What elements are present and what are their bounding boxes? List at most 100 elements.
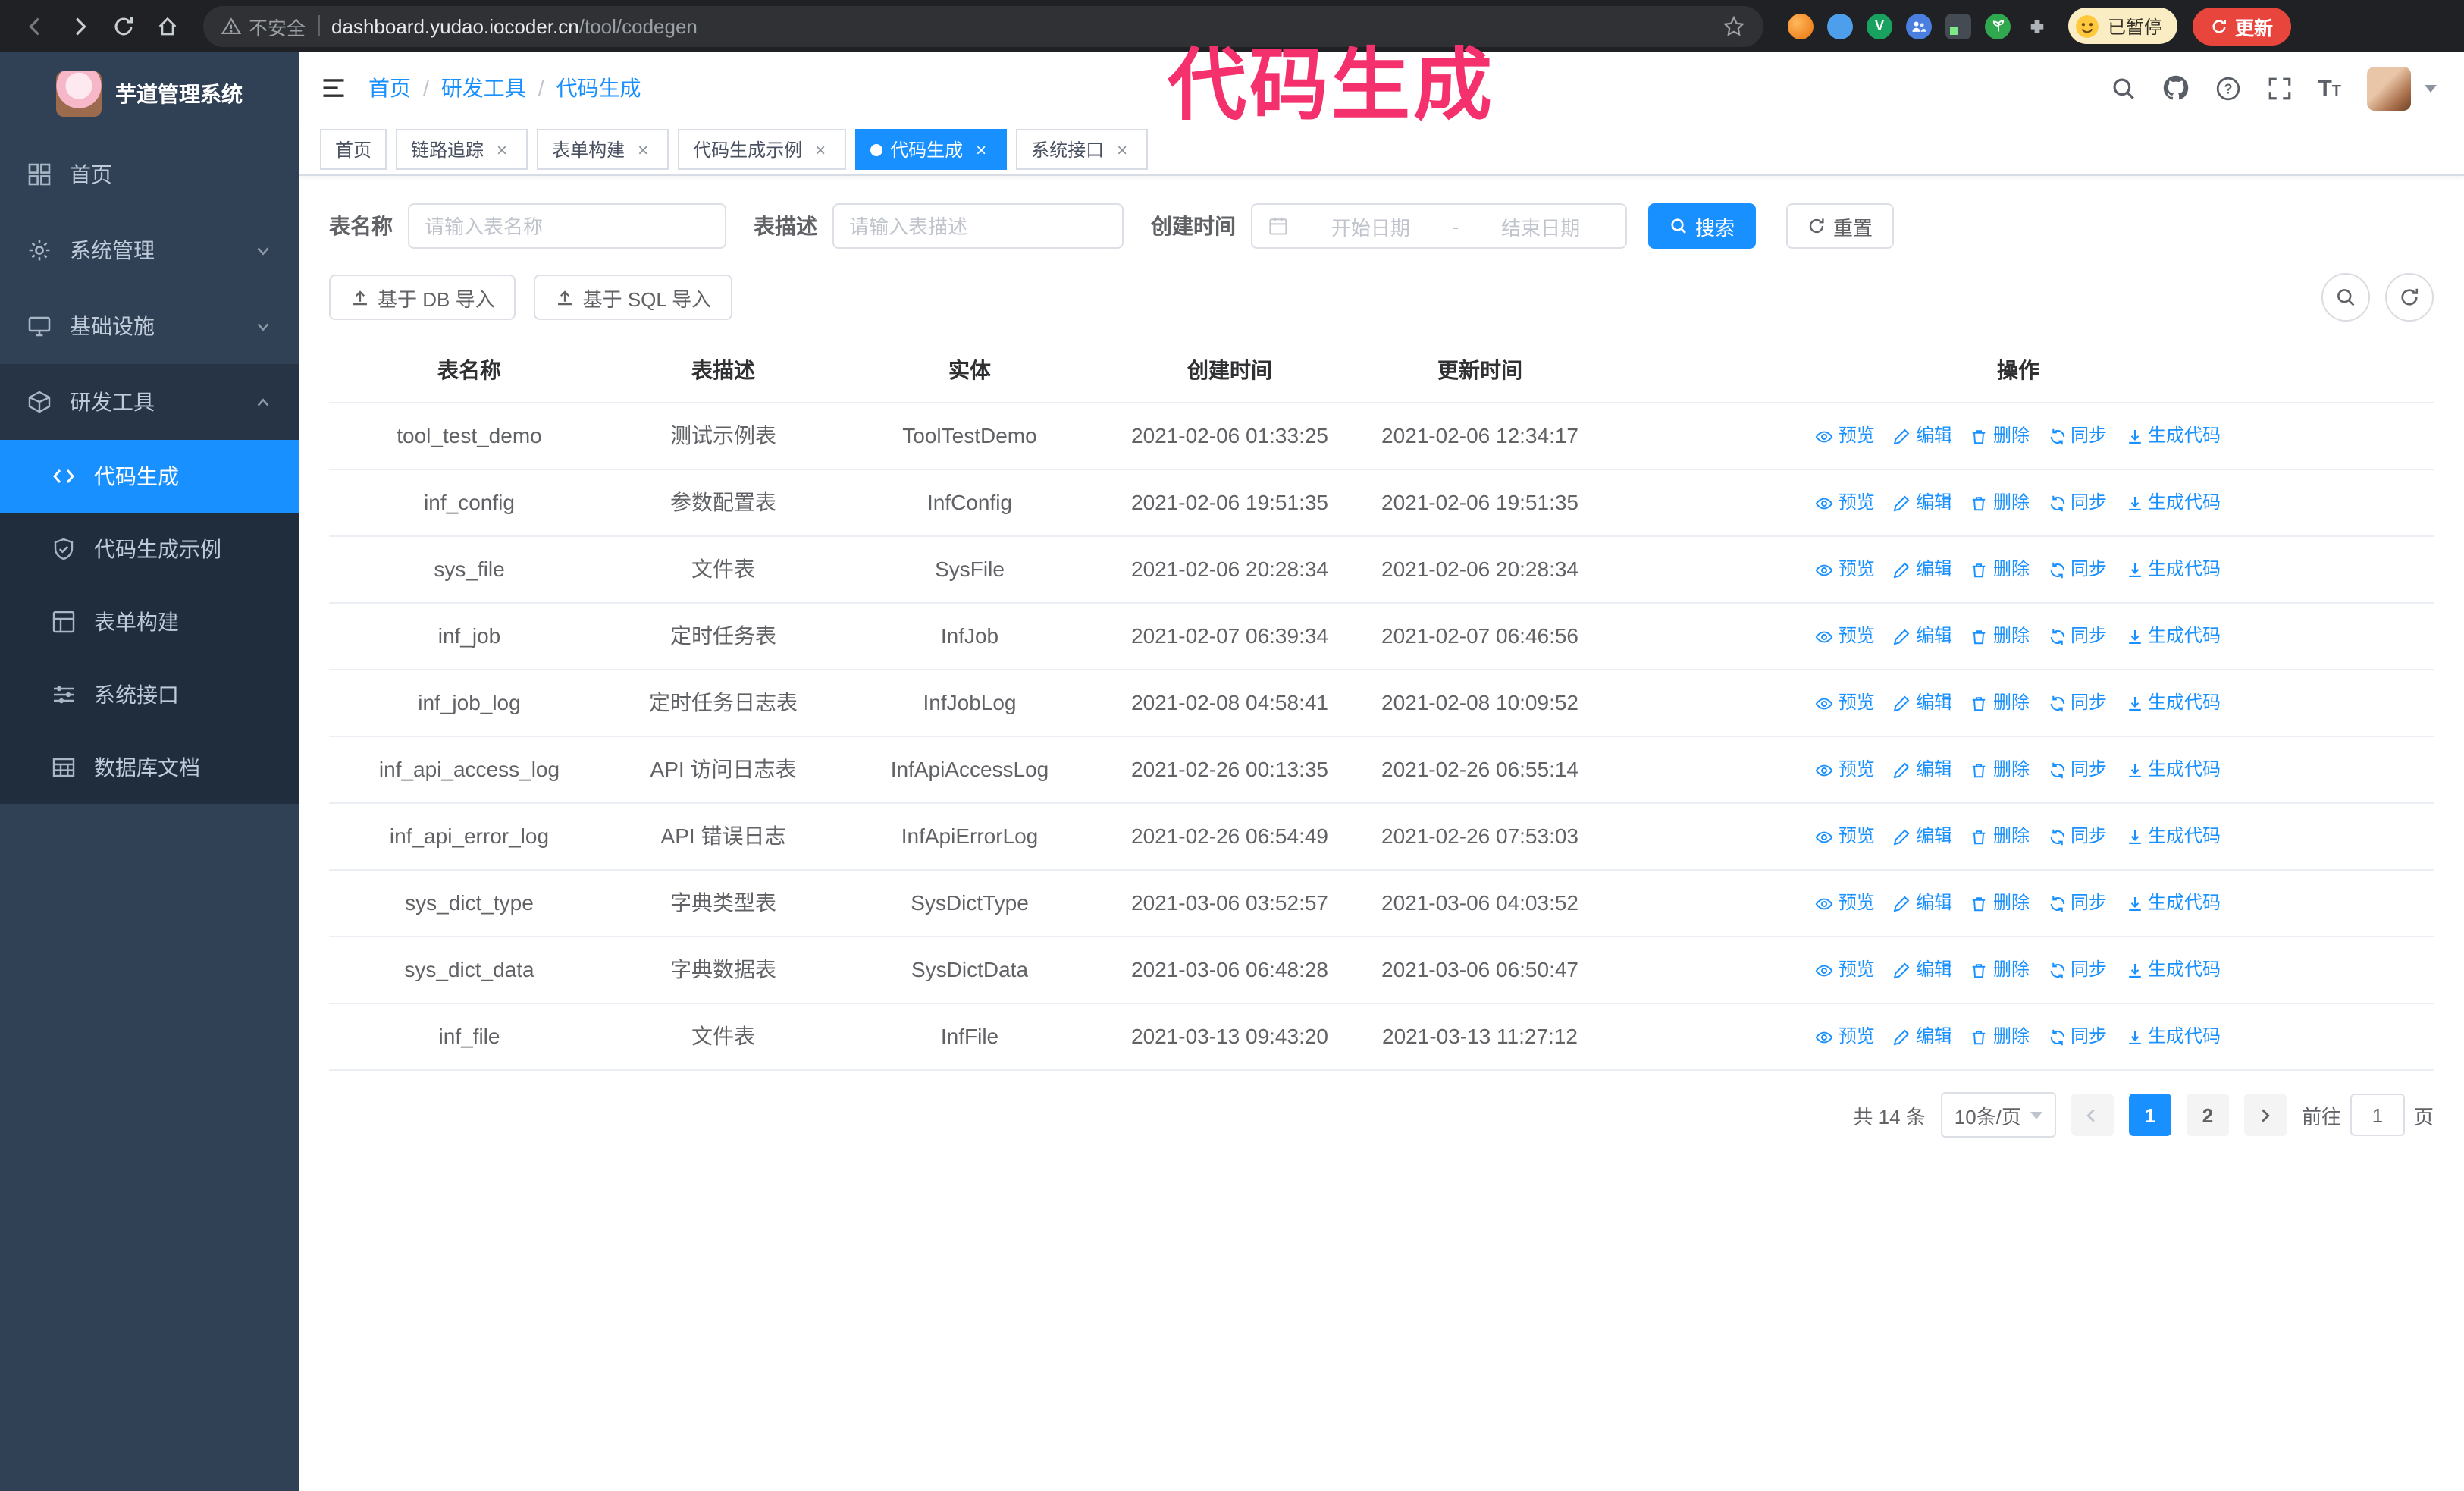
tab-link-tracing[interactable]: 链路追踪 × bbox=[396, 129, 528, 170]
delete-link[interactable]: 删除 bbox=[1970, 821, 2030, 852]
close-icon[interactable]: × bbox=[632, 139, 654, 160]
next-page-button[interactable] bbox=[2243, 1094, 2287, 1136]
browser-update-button[interactable]: 更新 bbox=[2193, 7, 2292, 45]
sync-link[interactable]: 同步 bbox=[2048, 620, 2107, 652]
delete-link[interactable]: 删除 bbox=[1970, 487, 2030, 519]
preview-link[interactable]: 预览 bbox=[1816, 821, 1875, 852]
sidebar-item-system[interactable]: 系统管理 bbox=[0, 212, 299, 288]
sync-link[interactable]: 同步 bbox=[2048, 821, 2107, 852]
address-bar[interactable]: 不安全 dashboard.yudao.iocoder.cn/tool/code… bbox=[203, 5, 1763, 46]
close-icon[interactable]: × bbox=[491, 139, 513, 160]
page-button-2[interactable]: 2 bbox=[2186, 1094, 2229, 1136]
show-search-toggle-button[interactable] bbox=[2321, 273, 2370, 322]
delete-link[interactable]: 删除 bbox=[1970, 1021, 2030, 1053]
delete-link[interactable]: 删除 bbox=[1970, 620, 2030, 652]
extension-icon-console[interactable] bbox=[1945, 13, 1971, 39]
breadcrumb-home[interactable]: 首页 bbox=[368, 73, 411, 103]
goto-page-input[interactable] bbox=[2350, 1094, 2405, 1136]
preview-link[interactable]: 预览 bbox=[1816, 887, 1875, 919]
sync-link[interactable]: 同步 bbox=[2048, 887, 2107, 919]
generate-code-link[interactable]: 生成代码 bbox=[2125, 554, 2221, 585]
generate-code-link[interactable]: 生成代码 bbox=[2125, 887, 2221, 919]
extension-icon-orange[interactable] bbox=[1788, 13, 1814, 39]
paused-extension-badge[interactable]: 已暂停 bbox=[2068, 8, 2178, 44]
generate-code-link[interactable]: 生成代码 bbox=[2125, 420, 2221, 452]
delete-link[interactable]: 删除 bbox=[1970, 754, 2030, 786]
start-date-placeholder[interactable]: 开始日期 bbox=[1301, 212, 1440, 240]
preview-link[interactable]: 预览 bbox=[1816, 954, 1875, 986]
forward-icon[interactable] bbox=[59, 5, 100, 46]
edit-link[interactable]: 编辑 bbox=[1893, 887, 1952, 919]
page-size-select[interactable]: 10条/页 bbox=[1940, 1092, 2056, 1138]
tab-form-builder[interactable]: 表单构建 × bbox=[537, 129, 669, 170]
edit-link[interactable]: 编辑 bbox=[1893, 687, 1952, 719]
edit-link[interactable]: 编辑 bbox=[1893, 620, 1952, 652]
delete-link[interactable]: 删除 bbox=[1970, 420, 2030, 452]
page-button-1[interactable]: 1 bbox=[2128, 1094, 2171, 1136]
close-icon[interactable]: × bbox=[810, 139, 831, 160]
generate-code-link[interactable]: 生成代码 bbox=[2125, 1021, 2221, 1053]
extension-icon-users[interactable] bbox=[1906, 13, 1932, 39]
table-desc-input[interactable] bbox=[832, 203, 1124, 249]
generate-code-link[interactable]: 生成代码 bbox=[2125, 620, 2221, 652]
submenu-item-form-builder[interactable]: 表单构建 bbox=[0, 585, 299, 658]
search-button[interactable]: 搜索 bbox=[1648, 203, 1757, 249]
preview-link[interactable]: 预览 bbox=[1816, 687, 1875, 719]
generate-code-link[interactable]: 生成代码 bbox=[2125, 954, 2221, 986]
sync-link[interactable]: 同步 bbox=[2048, 554, 2107, 585]
sync-link[interactable]: 同步 bbox=[2048, 420, 2107, 452]
preview-link[interactable]: 预览 bbox=[1816, 620, 1875, 652]
generate-code-link[interactable]: 生成代码 bbox=[2125, 487, 2221, 519]
close-icon[interactable]: × bbox=[1111, 139, 1133, 160]
import-db-button[interactable]: 基于 DB 导入 bbox=[329, 275, 516, 320]
extension-icon-green[interactable] bbox=[1985, 13, 2011, 39]
end-date-placeholder[interactable]: 结束日期 bbox=[1471, 212, 1610, 240]
date-range-picker[interactable]: 开始日期 - 结束日期 bbox=[1251, 203, 1627, 249]
help-icon[interactable]: ? bbox=[2215, 75, 2240, 101]
sidebar-item-infra[interactable]: 基础设施 bbox=[0, 288, 299, 364]
page-url[interactable]: dashboard.yudao.iocoder.cn/tool/codegen bbox=[331, 14, 1710, 37]
generate-code-link[interactable]: 生成代码 bbox=[2125, 821, 2221, 852]
user-avatar[interactable] bbox=[2367, 66, 2411, 110]
bookmark-star-icon[interactable] bbox=[1723, 14, 1745, 37]
breadcrumb-devtools[interactable]: 研发工具 bbox=[441, 73, 526, 103]
security-chip[interactable]: 不安全 bbox=[221, 11, 306, 40]
sync-link[interactable]: 同步 bbox=[2048, 687, 2107, 719]
edit-link[interactable]: 编辑 bbox=[1893, 754, 1952, 786]
prev-page-button[interactable] bbox=[2071, 1094, 2114, 1136]
generate-code-link[interactable]: 生成代码 bbox=[2125, 754, 2221, 786]
edit-link[interactable]: 编辑 bbox=[1893, 554, 1952, 585]
tab-codegen-example[interactable]: 代码生成示例 × bbox=[678, 129, 847, 170]
fullscreen-icon[interactable] bbox=[2266, 75, 2292, 101]
preview-link[interactable]: 预览 bbox=[1816, 554, 1875, 585]
tab-codegen[interactable]: 代码生成 × bbox=[855, 129, 1008, 170]
delete-link[interactable]: 删除 bbox=[1970, 554, 2030, 585]
reset-button[interactable]: 重置 bbox=[1786, 203, 1895, 249]
edit-link[interactable]: 编辑 bbox=[1893, 487, 1952, 519]
sync-link[interactable]: 同步 bbox=[2048, 1021, 2107, 1053]
submenu-item-db-docs[interactable]: 数据库文档 bbox=[0, 731, 299, 804]
sidebar-item-devtools[interactable]: 研发工具 bbox=[0, 364, 299, 440]
generate-code-link[interactable]: 生成代码 bbox=[2125, 687, 2221, 719]
edit-link[interactable]: 编辑 bbox=[1893, 1021, 1952, 1053]
import-sql-button[interactable]: 基于 SQL 导入 bbox=[534, 275, 733, 320]
home-icon[interactable] bbox=[147, 5, 188, 46]
sidebar-item-home[interactable]: 首页 bbox=[0, 137, 299, 212]
preview-link[interactable]: 预览 bbox=[1816, 420, 1875, 452]
reload-icon[interactable] bbox=[103, 5, 144, 46]
preview-link[interactable]: 预览 bbox=[1816, 754, 1875, 786]
delete-link[interactable]: 删除 bbox=[1970, 887, 2030, 919]
extension-icon-vue[interactable]: V bbox=[1867, 13, 1892, 39]
extension-icon-blue[interactable] bbox=[1827, 13, 1853, 39]
sync-link[interactable]: 同步 bbox=[2048, 954, 2107, 986]
delete-link[interactable]: 删除 bbox=[1970, 687, 2030, 719]
edit-link[interactable]: 编辑 bbox=[1893, 954, 1952, 986]
hamburger-icon[interactable] bbox=[320, 74, 347, 102]
font-size-icon[interactable]: TT bbox=[2318, 75, 2341, 101]
tab-system-api[interactable]: 系统接口 × bbox=[1016, 129, 1149, 170]
tab-home[interactable]: 首页 bbox=[320, 129, 387, 170]
submenu-item-codegen[interactable]: 代码生成 bbox=[0, 440, 299, 513]
preview-link[interactable]: 预览 bbox=[1816, 1021, 1875, 1053]
edit-link[interactable]: 编辑 bbox=[1893, 420, 1952, 452]
preview-link[interactable]: 预览 bbox=[1816, 487, 1875, 519]
